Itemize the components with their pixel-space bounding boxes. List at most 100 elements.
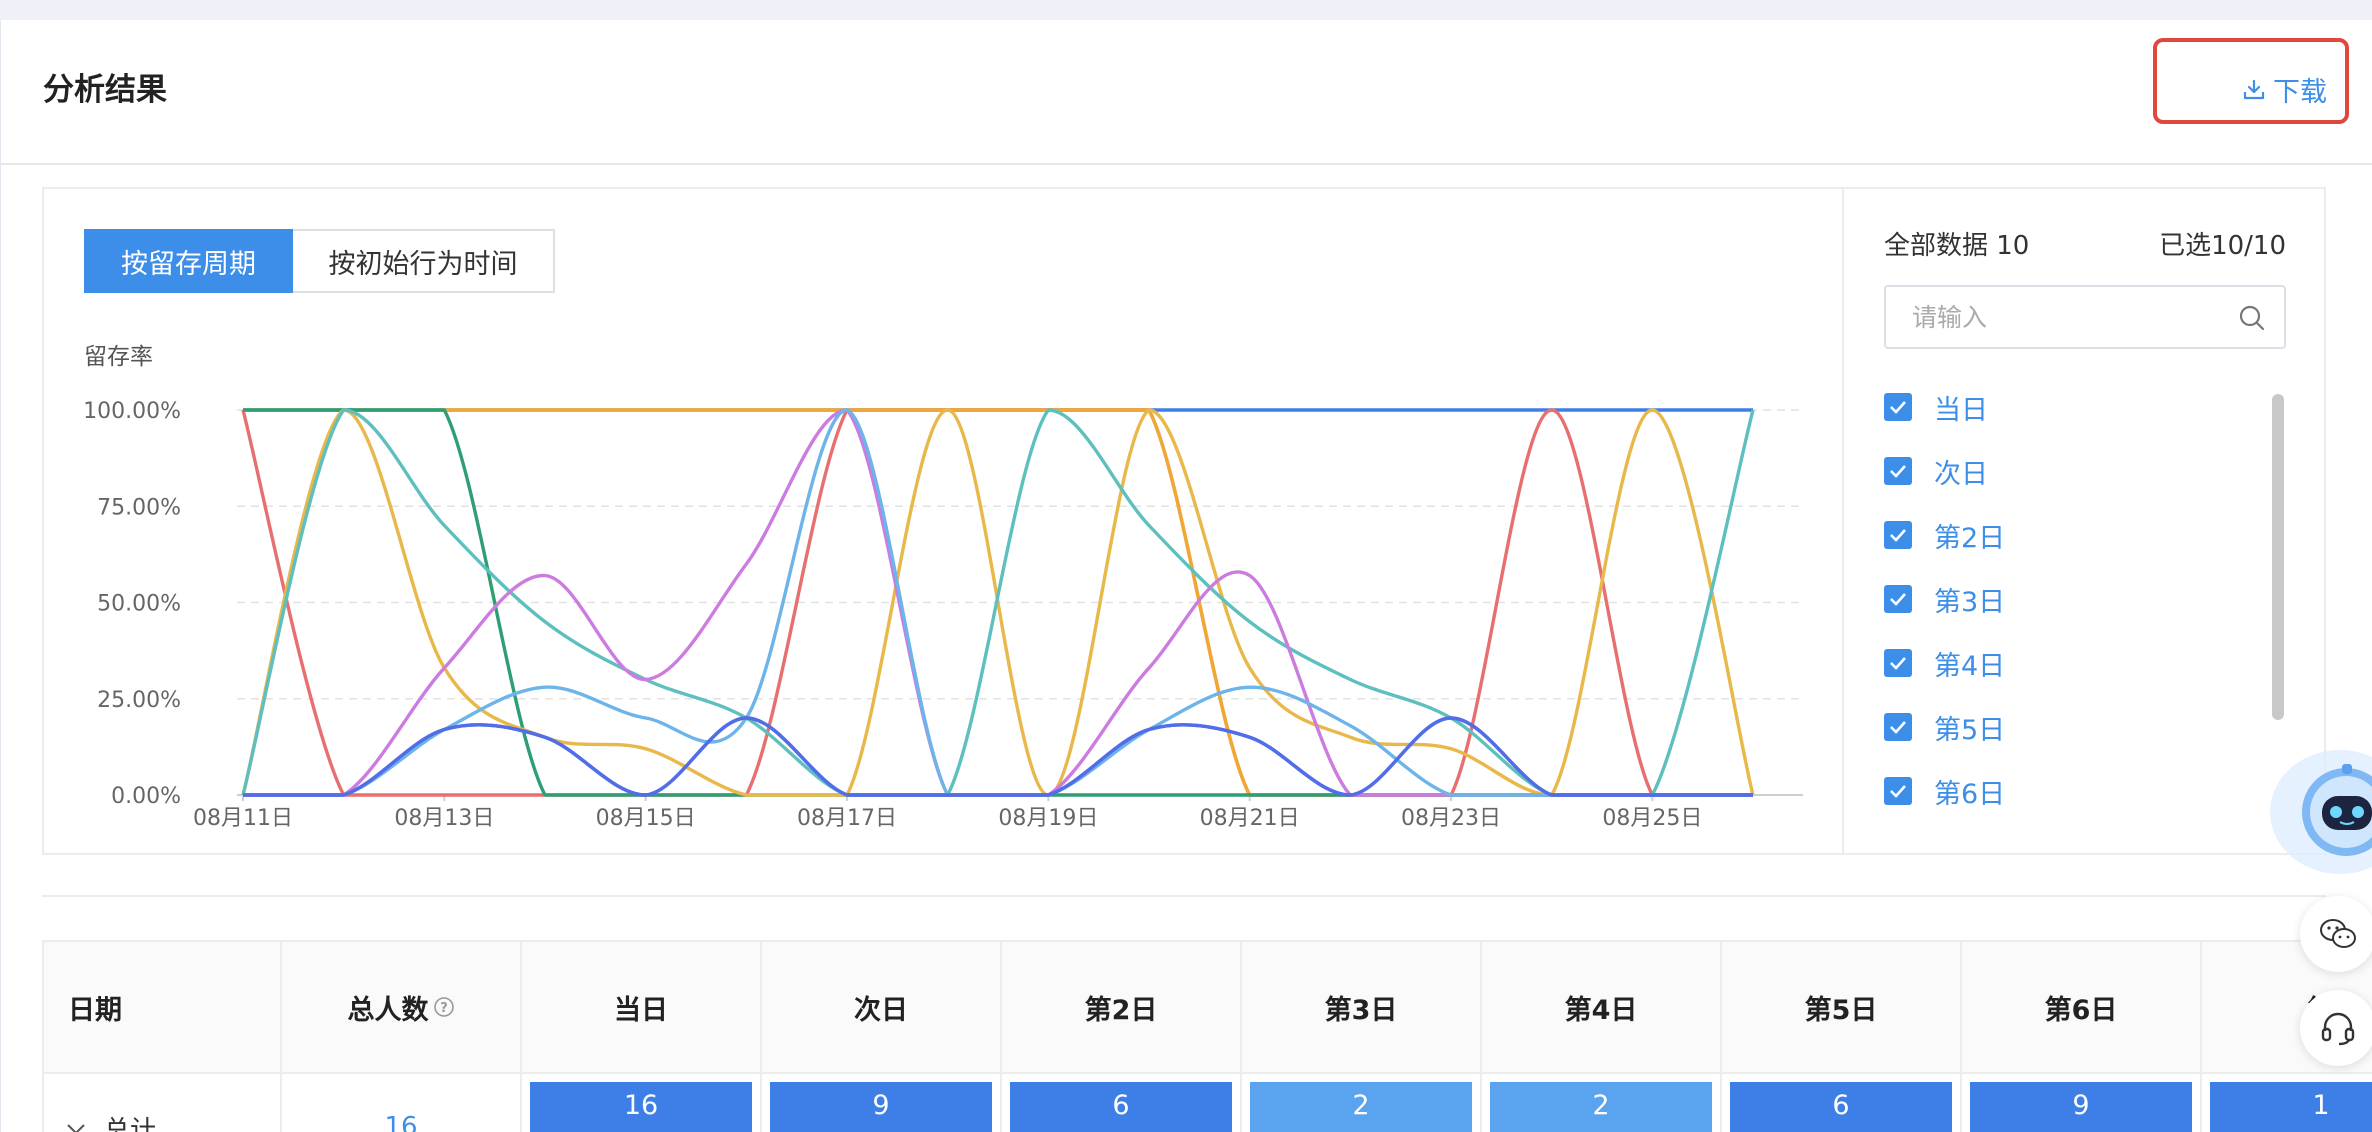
series-search-input[interactable] [1886,287,2284,347]
search-icon[interactable] [2238,304,2266,332]
header-label: 第5日 [1804,994,1878,1026]
chart-area: 按留存周期 按初始行为时间 留存率 0.00% 25.00% 50.00% 75.00… [44,189,1844,853]
page-title: 分析结果 [43,72,167,108]
checkbox-checked-icon[interactable] [1884,585,1912,613]
total-users-link[interactable]: 16 [282,1112,520,1132]
header-label: 第6日 [2044,994,2118,1026]
retention-cell: 6 [1722,1074,1962,1132]
series-checkbox-item[interactable]: 第5日 [1884,695,2244,759]
series-search-box [1884,285,2286,349]
series-label: 当日 [1934,394,1988,426]
table-header-cell: 第6日 [1962,942,2202,1072]
series-label: 第4日 [1934,650,2006,682]
table-row: 总计 16 16 9 6 2 2 6 9 1 [42,1074,2372,1132]
x-tick-label: 08月17日 [797,806,897,831]
retention-cell: 16 [522,1074,762,1132]
download-icon [2243,79,2265,99]
x-tick-label: 08月25日 [1602,806,1702,831]
section-divider [42,895,2326,897]
retention-value-bar[interactable]: 6 [1730,1082,1952,1132]
x-tick-label: 08月13日 [394,806,494,831]
table-header-row: 日期总人数?当日次日第2日第3日第4日第5日第6日第 [42,940,2372,1074]
y-tick-label: 75.00% [97,495,181,520]
header-label: 次日 [854,994,908,1026]
checkbox-checked-icon[interactable] [1884,457,1912,485]
series-checkbox-item[interactable]: 第4日 [1884,631,2244,695]
checkbox-checked-icon[interactable] [1884,521,1912,549]
assistant-robot-icon[interactable] [2262,748,2372,878]
table-header-cell: 次日 [762,942,1002,1072]
series-checkbox-item[interactable]: 第6日 [1884,759,2244,823]
header-label: 第2日 [1084,994,1158,1026]
retention-cell: 6 [1002,1074,1242,1132]
collapse-chevron-icon[interactable] [66,1122,86,1132]
total-row-label[interactable]: 总计 [66,1110,156,1132]
x-tick-label: 08月19日 [998,806,1098,831]
retention-table: 日期总人数?当日次日第2日第3日第4日第5日第6日第 总计 16 1696226… [42,940,2372,1132]
help-icon[interactable]: ? [433,996,455,1018]
series-checkbox-item[interactable]: 第3日 [1884,567,2244,631]
table-header-cell: 第5日 [1722,942,1962,1072]
series-checkbox-item[interactable]: 第2日 [1884,503,2244,567]
y-tick-label: 50.00% [97,592,181,617]
retention-value-bar[interactable]: 2 [1490,1082,1712,1132]
checkbox-checked-icon[interactable] [1884,777,1912,805]
y-tick-label: 100.00% [83,399,181,424]
table-header-cell: 第4日 [1482,942,1722,1072]
total-label: 总计 [104,1116,157,1132]
retention-cell: 2 [1242,1074,1482,1132]
x-tick-label: 08月23日 [1401,806,1501,831]
download-highlight-box: 下载 [2153,38,2349,124]
retention-value-bar[interactable]: 6 [1010,1082,1232,1132]
header-label: 当日 [614,994,668,1026]
series-label: 第6日 [1934,778,2006,810]
checkbox-checked-icon[interactable] [1884,649,1912,677]
series-label: 第5日 [1934,714,2006,746]
series-checkbox-item[interactable]: 次日 [1884,439,2244,503]
retention-cell: 2 [1482,1074,1722,1132]
retention-line-chart: 0.00% 25.00% 50.00% 75.00% 100.00% 08月11日 08月1… [83,399,1803,831]
x-tick-label: 08月11日 [193,806,293,831]
header-label: 总人数 [347,994,429,1026]
series-label: 次日 [1934,458,1988,490]
selected-count: 已选10/10 [2159,231,2286,261]
retention-cell: 9 [1962,1074,2202,1132]
wechat-icon [2320,919,2356,948]
chart-panel: 按留存周期 按初始行为时间 留存率 0.00% 25.00% 50.00% 75.00… [42,187,2326,855]
retention-value-bar[interactable]: 16 [530,1082,752,1132]
y-tick-label: 25.00% [97,688,181,713]
series-summary: 全部数据 10 已选10/10 [1884,225,2286,262]
retention-value-bar[interactable]: 1 [2210,1082,2372,1132]
header-label: 日期 [68,994,122,1026]
y-tick-label: 0.00% [111,784,181,809]
checkbox-checked-icon[interactable] [1884,713,1912,741]
series-checkbox-item[interactable]: 当日 [1884,375,2244,439]
series-line [243,716,1753,797]
customer-service-button[interactable] [2300,990,2372,1066]
wechat-button[interactable] [2300,896,2372,972]
date-cell: 总计 [42,1074,282,1132]
retention-cell: 1 [2202,1074,2372,1132]
series-checklist: 当日次日第2日第3日第4日第5日第6日 [1884,375,2244,823]
retention-value-bar[interactable]: 2 [1250,1082,1472,1132]
retention-value-bar[interactable]: 9 [770,1082,992,1132]
series-label: 第3日 [1934,586,2006,618]
series-line [243,716,1753,797]
checkbox-checked-icon[interactable] [1884,393,1912,421]
svg-text:?: ? [440,1001,448,1016]
header-label: 第3日 [1324,994,1398,1026]
series-label: 第2日 [1934,522,2006,554]
table-header-cell: 总人数? [282,942,522,1072]
table-header-cell: 当日 [522,942,762,1072]
series-filter-panel: 全部数据 10 已选10/10 当日次日第2日第3日第4日第5日第6日 [1844,189,2328,853]
total-data-count: 全部数据 10 [1884,231,2030,261]
download-button[interactable]: 下载 [2243,70,2327,109]
table-header-cell: 第2日 [1002,942,1242,1072]
retention-value-bar[interactable]: 9 [1970,1082,2192,1132]
table-header-cell: 日期 [42,942,282,1072]
download-label: 下载 [2273,77,2327,108]
headset-icon [2321,1012,2355,1046]
checklist-scrollbar[interactable] [2272,394,2284,720]
table-header-cell: 第3日 [1242,942,1482,1072]
x-tick-label: 08月15日 [596,806,696,831]
